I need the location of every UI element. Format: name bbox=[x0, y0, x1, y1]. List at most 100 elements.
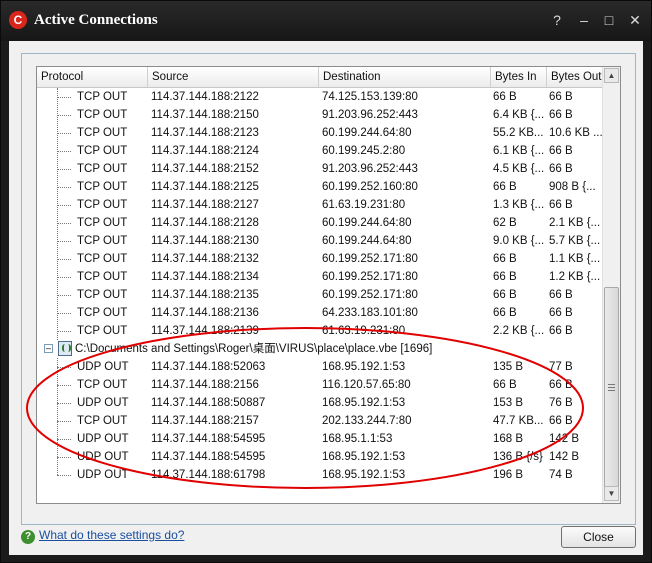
comodo-logo-icon: C bbox=[9, 11, 27, 29]
cell-bytes-in: 66 B bbox=[493, 181, 517, 193]
window-title: Active Connections bbox=[34, 12, 158, 28]
cell-bytes-out: 66 B bbox=[549, 145, 573, 157]
cell-destination: 168.95.192.1:53 bbox=[322, 361, 406, 373]
scroll-up-button[interactable]: ▲ bbox=[604, 68, 619, 83]
cell-destination: 60.199.252.160:80 bbox=[322, 181, 418, 193]
scroll-down-button[interactable]: ▼ bbox=[604, 486, 619, 501]
cell-destination: 60.199.252.171:80 bbox=[322, 271, 418, 283]
cell-bytes-out: 76 B bbox=[549, 397, 573, 409]
tree-branch bbox=[57, 457, 71, 458]
cell-bytes-in: 66 B bbox=[493, 307, 517, 319]
cell-bytes-out: 1.1 KB {... bbox=[549, 253, 601, 265]
column-protocol[interactable]: Protocol bbox=[37, 67, 148, 87]
cell-bytes-in: 153 B bbox=[493, 397, 524, 409]
cell-bytes-out: 10.6 KB ... bbox=[549, 127, 603, 139]
cell-bytes-out: 66 B bbox=[549, 379, 573, 391]
title-bar[interactable]: C Active Connections ? – □ ✕ bbox=[1, 1, 651, 41]
column-destination[interactable]: Destination bbox=[319, 67, 491, 87]
close-button[interactable]: Close bbox=[561, 526, 636, 548]
table-row[interactable]: TCP OUT 114.37.144.188:2127 61.63.19.231:8… bbox=[37, 196, 603, 214]
cell-destination: 60.199.245.2:80 bbox=[322, 145, 406, 157]
cell-protocol: UDP OUT bbox=[77, 397, 129, 409]
cell-protocol: TCP OUT bbox=[77, 325, 128, 337]
help-link[interactable]: What do these settings do? bbox=[39, 528, 184, 542]
thumb-grip bbox=[608, 387, 615, 388]
table-row[interactable]: TCP OUT 114.37.144.188:2157 202.133.244.7:… bbox=[37, 412, 603, 430]
table-row[interactable]: UDP OUT 114.37.144.188:54595 168.95.192.1:… bbox=[37, 448, 603, 466]
table-row[interactable]: TCP OUT 114.37.144.188:2135 60.199.252.171… bbox=[37, 286, 603, 304]
close-icon[interactable]: ✕ bbox=[625, 10, 645, 30]
cell-protocol: TCP OUT bbox=[77, 307, 128, 319]
thumb-grip bbox=[608, 390, 615, 391]
column-bytes-out[interactable]: Bytes Out bbox=[547, 67, 603, 87]
cell-bytes-in: 62 B bbox=[493, 217, 517, 229]
cell-source: 114.37.144.188:2136 bbox=[151, 307, 259, 319]
vbscript-file-icon bbox=[58, 341, 72, 356]
table-row[interactable]: TCP OUT 114.37.144.188:2125 60.199.252.160… bbox=[37, 178, 603, 196]
cell-bytes-in: 6.4 KB {... bbox=[493, 109, 545, 121]
table-row[interactable]: UDP OUT 114.37.144.188:50887 168.95.192.1:… bbox=[37, 394, 603, 412]
cell-source: 114.37.144.188:2122 bbox=[151, 91, 259, 103]
cell-source: 114.37.144.188:2152 bbox=[151, 163, 259, 175]
cell-destination: 116.120.57.65:80 bbox=[322, 379, 411, 391]
maximize-icon[interactable]: □ bbox=[599, 10, 619, 30]
help-icon[interactable]: ? bbox=[547, 10, 567, 30]
cell-destination: 168.95.192.1:53 bbox=[322, 451, 406, 463]
cell-protocol: TCP OUT bbox=[77, 271, 128, 283]
scroll-thumb[interactable] bbox=[604, 287, 619, 487]
cell-bytes-out: 2.1 KB {... bbox=[549, 217, 601, 229]
cell-bytes-out: 142 B bbox=[549, 451, 580, 463]
table-row[interactable]: TCP OUT 114.37.144.188:2136 64.233.183.101… bbox=[37, 304, 603, 322]
process-group-row[interactable]: – C:\Documents and Settings\Roger\桌面\VIR… bbox=[37, 340, 603, 358]
tree-branch bbox=[57, 439, 71, 440]
cell-protocol: TCP OUT bbox=[77, 415, 128, 427]
cell-bytes-out: 66 B bbox=[549, 163, 573, 175]
table-row[interactable]: TCP OUT 114.37.144.188:2156 116.120.57.65:… bbox=[37, 376, 603, 394]
table-row[interactable]: TCP OUT 114.37.144.188:2124 60.199.245.2:8… bbox=[37, 142, 603, 160]
cell-source: 114.37.144.188:2123 bbox=[151, 127, 259, 139]
cell-source: 114.37.144.188:54595 bbox=[151, 451, 266, 463]
minimize-icon[interactable]: – bbox=[574, 10, 594, 30]
cell-protocol: TCP OUT bbox=[77, 145, 128, 157]
cell-destination: 60.199.244.64:80 bbox=[322, 235, 412, 247]
table-row[interactable]: TCP OUT 114.37.144.188:2134 60.199.252.171… bbox=[37, 268, 603, 286]
cell-bytes-out: 908 B {... bbox=[549, 181, 596, 193]
table-row[interactable]: TCP OUT 114.37.144.188:2122 74.125.153.139… bbox=[37, 88, 603, 106]
window-content: Protocol Source Destination Bytes In Byt… bbox=[9, 41, 643, 555]
connections-list[interactable]: Protocol Source Destination Bytes In Byt… bbox=[36, 66, 621, 504]
help-circle-icon[interactable]: ? bbox=[21, 530, 35, 544]
tree-branch bbox=[57, 115, 71, 116]
cell-bytes-out: 66 B bbox=[549, 289, 573, 301]
cell-source: 114.37.144.188:54595 bbox=[151, 433, 266, 445]
cell-bytes-out: 66 B bbox=[549, 307, 573, 319]
table-row[interactable]: TCP OUT 114.37.144.188:2132 60.199.252.171… bbox=[37, 250, 603, 268]
cell-protocol: TCP OUT bbox=[77, 289, 128, 301]
table-row[interactable]: TCP OUT 114.37.144.188:2139 61.63.19.231:8… bbox=[37, 322, 603, 340]
table-row[interactable]: UDP OUT 114.37.144.188:52063 168.95.192.1:… bbox=[37, 358, 603, 376]
collapse-toggle[interactable]: – bbox=[44, 344, 53, 353]
cell-bytes-in: 9.0 KB {... bbox=[493, 235, 545, 247]
column-bytes-in[interactable]: Bytes In bbox=[491, 67, 547, 87]
table-row[interactable]: UDP OUT 114.37.144.188:61798 168.95.192.1:… bbox=[37, 466, 603, 484]
vertical-scrollbar[interactable]: ▲ ▼ bbox=[602, 67, 620, 503]
cell-bytes-out: 66 B bbox=[549, 415, 573, 427]
cell-bytes-out: 5.7 KB {... bbox=[549, 235, 601, 247]
list-header: Protocol Source Destination Bytes In Byt… bbox=[37, 67, 603, 88]
table-row[interactable]: TCP OUT 114.37.144.188:2150 91.203.96.252:… bbox=[37, 106, 603, 124]
table-row[interactable]: TCP OUT 114.37.144.188:2130 60.199.244.64:… bbox=[37, 232, 603, 250]
cell-protocol: UDP OUT bbox=[77, 451, 129, 463]
table-row[interactable]: UDP OUT 114.37.144.188:54595 168.95.1.1:53… bbox=[37, 430, 603, 448]
cell-source: 114.37.144.188:2139 bbox=[151, 325, 259, 337]
table-row[interactable]: TCP OUT 114.37.144.188:2152 91.203.96.252:… bbox=[37, 160, 603, 178]
tree-branch bbox=[57, 313, 71, 314]
cell-bytes-in: 66 B bbox=[493, 289, 517, 301]
cell-destination: 60.199.244.64:80 bbox=[322, 217, 412, 229]
cell-protocol: UDP OUT bbox=[77, 433, 129, 445]
table-row[interactable]: TCP OUT 114.37.144.188:2128 60.199.244.64:… bbox=[37, 214, 603, 232]
thumb-grip bbox=[608, 384, 615, 385]
tree-branch bbox=[57, 367, 71, 368]
cell-bytes-out: 66 B bbox=[549, 325, 573, 337]
table-row[interactable]: TCP OUT 114.37.144.188:2123 60.199.244.64:… bbox=[37, 124, 603, 142]
column-source[interactable]: Source bbox=[148, 67, 319, 87]
cell-source: 114.37.144.188:2130 bbox=[151, 235, 259, 247]
